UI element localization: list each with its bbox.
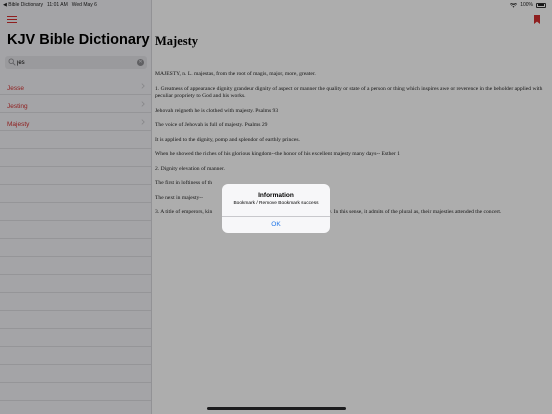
home-indicator[interactable] (207, 407, 346, 410)
alert-message: Bookmark / Remove Bookmark success (233, 201, 319, 206)
alert-ok-button[interactable]: OK (222, 217, 330, 233)
alert-title: Information (258, 192, 294, 199)
information-alert: Information Bookmark / Remove Bookmark s… (222, 184, 330, 233)
